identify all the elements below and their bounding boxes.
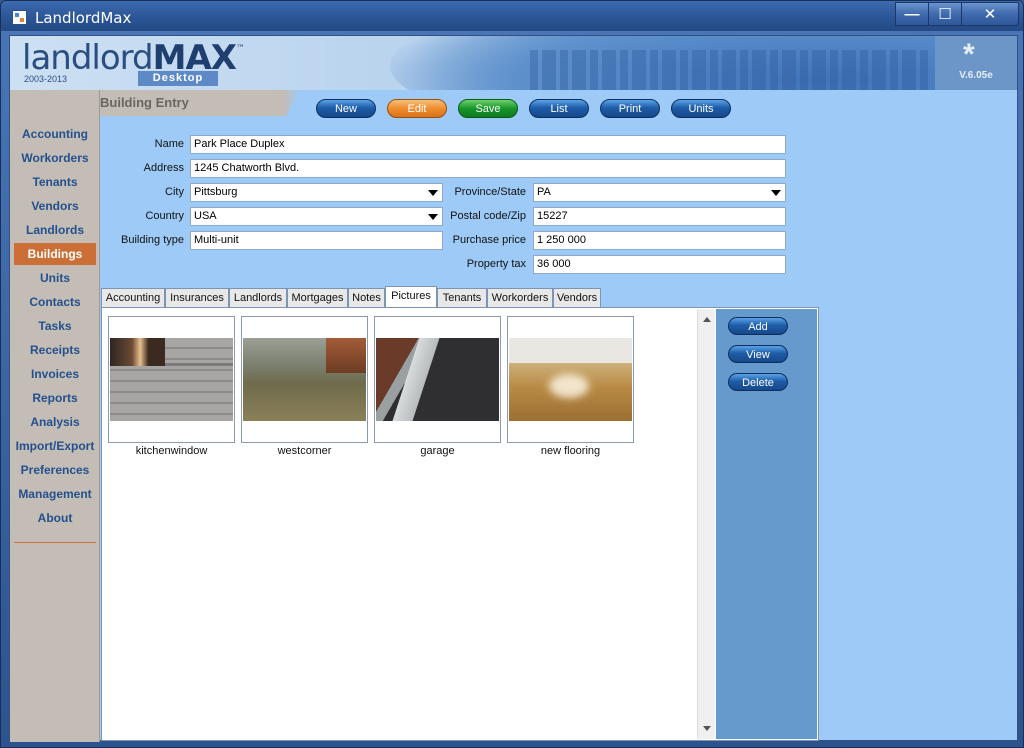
address-field[interactable]: 1245 Chatworth Blvd. xyxy=(190,159,786,178)
sidebar-item-accounting[interactable]: Accounting xyxy=(14,123,96,145)
version-box: * V.6.05e xyxy=(935,36,1017,90)
pictures-panel: kitchenwindow westcorner garage new floo… xyxy=(101,307,819,741)
close-button[interactable]: ✕ xyxy=(961,2,1019,26)
province-select[interactable]: PA xyxy=(533,183,786,202)
sidebar-item-invoices[interactable]: Invoices xyxy=(14,363,96,385)
building-type-label: Building type xyxy=(121,234,184,246)
scroll-down-arrow-icon[interactable] xyxy=(703,726,711,731)
list-button[interactable]: List xyxy=(529,99,589,118)
address-label: Address xyxy=(143,162,184,174)
tab-pictures[interactable]: Pictures xyxy=(385,286,437,307)
city-select[interactable]: Pittsburg xyxy=(190,183,443,202)
save-button[interactable]: Save xyxy=(458,99,518,118)
logo-years: 2003-2013 xyxy=(24,74,68,84)
new-button[interactable]: New xyxy=(316,99,376,118)
sidebar-item-preferences[interactable]: Preferences xyxy=(14,459,96,481)
tab-workorders[interactable]: Workorders xyxy=(487,288,553,307)
sidebar-item-tenants[interactable]: Tenants xyxy=(14,171,96,193)
app-icon xyxy=(12,10,27,25)
logo-edition: Desktop xyxy=(138,71,218,86)
sidebar-item-tasks[interactable]: Tasks xyxy=(14,315,96,337)
picture-caption: new flooring xyxy=(540,445,601,457)
province-value: PA xyxy=(537,186,551,198)
logo-light: landlord xyxy=(22,38,154,78)
edit-button[interactable]: Edit xyxy=(387,99,447,118)
window-controls: — ☐ ✕ xyxy=(895,2,1019,26)
picture-actions-panel: Add View Delete xyxy=(716,309,817,739)
province-label: Province/State xyxy=(454,186,526,198)
sidebar-item-about[interactable]: About xyxy=(14,507,96,529)
sidebar-divider xyxy=(14,542,96,543)
photo-kitchenwindow xyxy=(110,338,233,421)
property-tax-field[interactable]: 36 000 xyxy=(533,255,786,274)
sidebar-item-reports[interactable]: Reports xyxy=(14,387,96,409)
sidebar-item-management[interactable]: Management xyxy=(14,483,96,505)
sidebar-item-buildings[interactable]: Buildings xyxy=(14,243,96,265)
picture-caption: westcorner xyxy=(277,445,332,457)
scroll-up-arrow-icon[interactable] xyxy=(703,317,711,322)
tab-mortgages[interactable]: Mortgages xyxy=(287,288,348,307)
country-select[interactable]: USA xyxy=(190,207,443,226)
skyline-decoration xyxy=(530,50,930,90)
window-title: LandlordMax xyxy=(35,9,132,27)
postal-label: Postal code/Zip xyxy=(450,210,526,222)
tab-notes[interactable]: Notes xyxy=(348,288,385,307)
title-bar[interactable]: LandlordMax — ☐ ✕ xyxy=(1,1,1023,31)
sidebar-item-workorders[interactable]: Workorders xyxy=(14,147,96,169)
sidebar-item-receipts[interactable]: Receipts xyxy=(14,339,96,361)
tab-insurances[interactable]: Insurances xyxy=(165,288,229,307)
logo-trademark: ™ xyxy=(236,44,245,54)
purchase-price-label: Purchase price xyxy=(452,234,526,246)
tab-accounting[interactable]: Accounting xyxy=(101,288,165,307)
sidebar-item-analysis[interactable]: Analysis xyxy=(14,411,96,433)
banner: landlordMAX™ 2003-2013 Desktop * V.6.05e xyxy=(10,36,1017,90)
picture-thumbnail[interactable] xyxy=(241,316,368,443)
sidebar-item-vendors[interactable]: Vendors xyxy=(14,195,96,217)
minimize-button[interactable]: — xyxy=(895,2,929,26)
section-header: Building Entry xyxy=(100,90,300,116)
picture-thumbnail[interactable] xyxy=(108,316,235,443)
country-value: USA xyxy=(194,210,217,222)
vertical-scrollbar[interactable] xyxy=(697,309,715,739)
pictures-list: kitchenwindow westcorner garage new floo… xyxy=(103,309,697,739)
sidebar-item-contacts[interactable]: Contacts xyxy=(14,291,96,313)
view-picture-button[interactable]: View xyxy=(728,345,788,363)
city-value: Pittsburg xyxy=(194,186,238,198)
tab-tenants[interactable]: Tenants xyxy=(437,288,487,307)
building-type-field[interactable]: Multi-unit xyxy=(190,231,443,250)
sidebar-item-units[interactable]: Units xyxy=(14,267,96,289)
sidebar: Accounting Workorders Tenants Vendors La… xyxy=(10,90,100,742)
country-label: Country xyxy=(145,210,184,222)
add-picture-button[interactable]: Add xyxy=(728,317,788,335)
app-window: LandlordMax — ☐ ✕ landlordMAX™ 2003-2013… xyxy=(0,0,1024,748)
sidebar-item-landlords[interactable]: Landlords xyxy=(14,219,96,241)
asterisk-icon: * xyxy=(963,38,975,71)
tab-landlords[interactable]: Landlords xyxy=(229,288,287,307)
page-title: Building Entry xyxy=(100,95,189,110)
photo-westcorner xyxy=(243,338,366,421)
name-field[interactable]: Park Place Duplex xyxy=(190,135,786,154)
sidebar-item-import-export[interactable]: Import/Export xyxy=(14,435,96,457)
picture-caption: kitchenwindow xyxy=(135,445,208,457)
postal-field[interactable]: 15227 xyxy=(533,207,786,226)
print-button[interactable]: Print xyxy=(600,99,660,118)
client-area: landlordMAX™ 2003-2013 Desktop * V.6.05e… xyxy=(9,35,1018,742)
delete-picture-button[interactable]: Delete xyxy=(728,373,788,391)
picture-thumbnail[interactable] xyxy=(507,316,634,443)
version-label: V.6.05e xyxy=(959,70,993,81)
property-tax-label: Property tax xyxy=(466,258,526,270)
chevron-down-icon xyxy=(771,190,781,196)
photo-garage xyxy=(376,338,499,421)
tab-vendors[interactable]: Vendors xyxy=(553,288,601,307)
picture-caption: garage xyxy=(420,445,455,457)
city-label: City xyxy=(165,186,184,198)
maximize-button[interactable]: ☐ xyxy=(928,2,962,26)
units-button[interactable]: Units xyxy=(671,99,731,118)
picture-thumbnail[interactable] xyxy=(374,316,501,443)
name-label: Name xyxy=(154,138,184,150)
photo-new-flooring xyxy=(509,338,632,421)
purchase-price-field[interactable]: 1 250 000 xyxy=(533,231,786,250)
